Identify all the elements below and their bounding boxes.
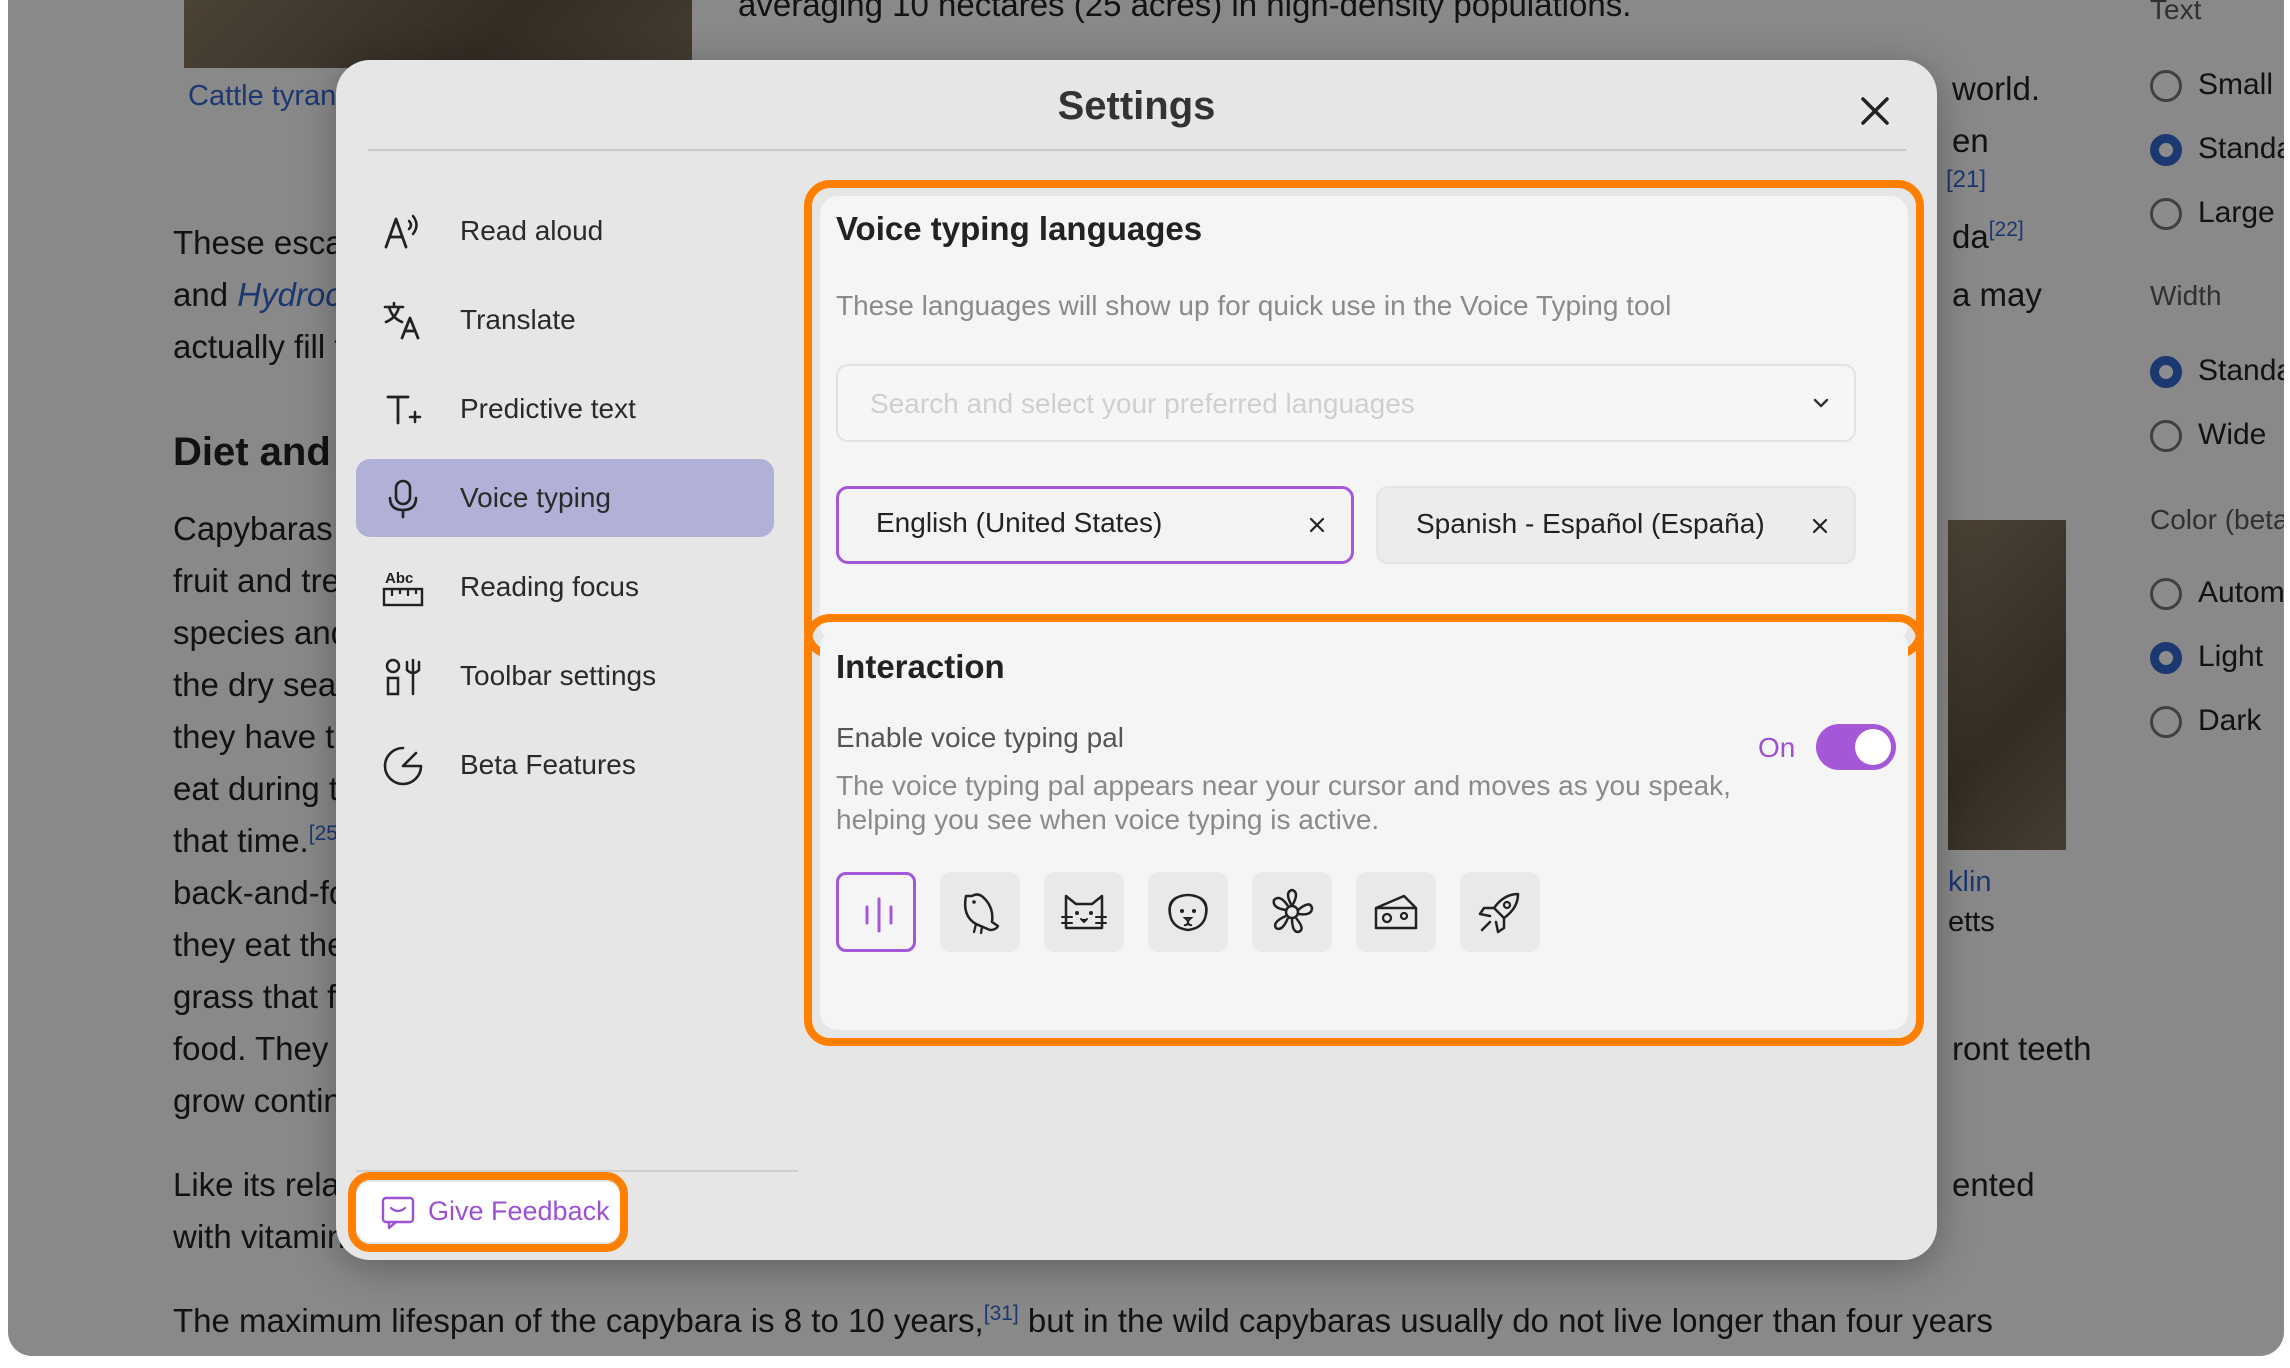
toggle-title: Enable voice typing pal [836,722,1124,753]
pal-option-dog[interactable] [1148,872,1228,952]
settings-modal: Settings Read aloud Translate Predictive… [336,60,1937,1260]
beta-icon [383,746,423,786]
predictive-text-icon [386,395,422,425]
nav-label: Reading focus [460,571,640,602]
chevron-down-icon[interactable] [1810,392,1832,414]
close-icon [1861,97,1889,125]
languages-description: These languages will show up for quick u… [836,290,1672,321]
language-chip-spanish[interactable]: Spanish - Español (España) [1376,486,1856,564]
feedback-label: Give Feedback [428,1196,610,1226]
toggle-knob [1855,729,1891,765]
voice-pal-toggle[interactable] [1816,724,1896,770]
pal-option-audio-bars[interactable] [836,872,916,952]
cat-icon [1061,894,1107,930]
header-divider [368,149,1906,151]
chip-label: English (United States) [876,507,1163,538]
translate-icon [383,301,420,340]
pal-option-flower[interactable] [1252,872,1332,952]
remove-icon[interactable] [1806,512,1834,540]
pal-option-rocket[interactable] [1460,872,1540,952]
dog-icon [1168,893,1208,932]
cheese-icon [1374,894,1418,930]
nav-item-toolbar-settings[interactable]: Toolbar settings [356,637,774,715]
nav-label: Toolbar settings [460,660,657,691]
svg-text:Abc: Abc [385,570,413,587]
feedback-icon [381,1196,415,1230]
nav-label: Translate [460,304,576,335]
nav-label: Beta Features [460,749,636,780]
chip-label: Spanish - Español (España) [1416,508,1765,539]
nav-label: Voice typing [460,482,611,513]
interaction-description: helping you see when voice typing is act… [836,804,1380,835]
read-aloud-icon [384,214,418,249]
close-button[interactable] [1850,86,1900,136]
interaction-title: Interaction [836,648,1005,685]
flower-icon [1272,888,1314,934]
give-feedback-button[interactable]: Give Feedback [356,1182,620,1242]
language-chip-english[interactable]: English (United States) [836,486,1354,564]
pal-option-cat[interactable] [1044,872,1124,952]
language-search-dropdown[interactable] [836,364,1856,442]
modal-title: Settings [1057,84,1216,128]
pal-option-bird[interactable] [940,872,1020,952]
rocket-icon [1478,892,1520,934]
nav-label: Predictive text [460,393,636,424]
audio-bars-icon [865,897,893,933]
nav-item-translate[interactable]: Translate [356,281,774,359]
remove-icon[interactable] [1303,511,1331,539]
language-search-input[interactable] [868,380,1792,428]
pal-option-cheese[interactable] [1356,872,1436,952]
nav-label: Read aloud [460,215,604,246]
nav-item-beta-features[interactable]: Beta Features [356,726,774,804]
microphone-icon [388,479,418,519]
nav-item-predictive-text[interactable]: Predictive text [356,370,774,448]
ruler-icon: Abc [382,570,424,607]
languages-title: Voice typing languages [836,210,1203,247]
toggle-state-label: On [1758,732,1796,763]
nav-item-read-aloud[interactable]: Read aloud [356,192,774,270]
bird-icon [963,893,1000,935]
toolbar-icon [385,658,421,696]
nav-item-reading-focus[interactable]: Abc Reading focus [356,548,774,626]
interaction-description: The voice typing pal appears near your c… [836,770,1731,801]
nav-item-voice-typing[interactable]: Voice typing [356,459,774,537]
